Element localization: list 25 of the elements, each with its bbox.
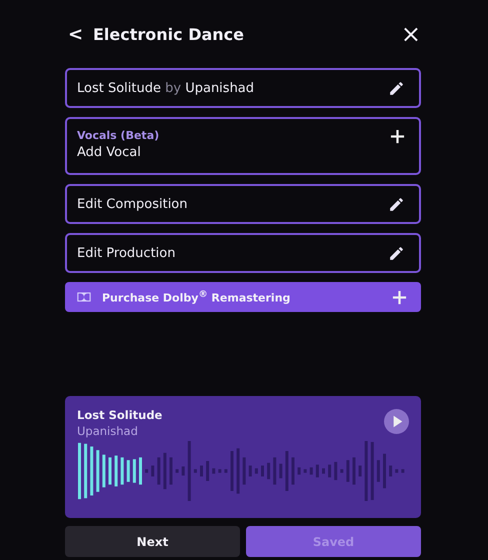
row-title: Edit Composition bbox=[77, 196, 188, 212]
waveform-drawing[interactable] bbox=[77, 441, 407, 501]
option-row[interactable]: Lost Solitude by Upanishad bbox=[65, 68, 421, 108]
close-button[interactable]: × bbox=[400, 22, 421, 46]
option-row[interactable]: Vocals (Beta) Add Vocal bbox=[65, 117, 421, 175]
row-title: Edit Production bbox=[77, 246, 176, 260]
pencil-icon bbox=[388, 244, 405, 262]
dolby-label: Purchase Dolby$^{®}$ Remastering bbox=[102, 289, 292, 305]
track-credit: Lost Solitude by Upanishad bbox=[77, 80, 254, 96]
track-artist: Upanishad bbox=[77, 424, 139, 438]
pencil-icon bbox=[388, 80, 405, 96]
row-title: Add Vocal bbox=[77, 145, 142, 160]
page-title: Electronic Dance bbox=[93, 24, 246, 44]
dolby-button[interactable]: Purchase Dolby$^{®}$ Remastering bbox=[65, 282, 421, 312]
plus-icon bbox=[390, 129, 405, 144]
option-row[interactable]: Edit Production bbox=[65, 233, 421, 273]
action-button[interactable]: Next bbox=[65, 526, 240, 557]
row-label: Vocals (Beta) bbox=[77, 129, 160, 142]
track-title: Lost Solitude bbox=[77, 408, 162, 422]
pencil-icon bbox=[388, 196, 405, 212]
double-d-icon bbox=[77, 292, 91, 302]
play-button[interactable] bbox=[384, 409, 409, 434]
option-row[interactable]: Edit Composition bbox=[65, 184, 421, 224]
plus-icon bbox=[392, 290, 407, 304]
back-button[interactable]: < bbox=[68, 24, 93, 44]
